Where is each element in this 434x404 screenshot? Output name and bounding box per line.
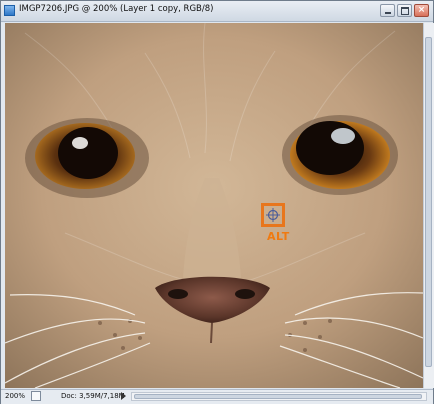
close-button[interactable]: × xyxy=(414,4,429,17)
horizontal-scrollbar[interactable] xyxy=(131,392,427,401)
right-pupil xyxy=(296,121,364,175)
zoom-level[interactable]: 200% xyxy=(5,392,27,402)
maximize-button[interactable] xyxy=(397,4,412,17)
close-icon: × xyxy=(417,5,426,15)
maximize-icon xyxy=(398,5,411,16)
horizontal-scroll-thumb[interactable] xyxy=(134,394,422,399)
minimize-button[interactable] xyxy=(380,4,395,17)
minimize-icon xyxy=(381,5,394,16)
left-pupil xyxy=(58,127,118,179)
left-eye-highlight xyxy=(72,137,88,149)
window-controls: × xyxy=(380,4,429,17)
vertical-scrollbar[interactable] xyxy=(423,23,434,388)
philtrum xyxy=(210,322,213,344)
vertical-scroll-thumb[interactable] xyxy=(425,37,432,367)
photoshop-app-icon xyxy=(4,5,15,16)
target-cursor-icon xyxy=(266,208,280,222)
left-nostril xyxy=(168,289,188,299)
document-window: IMGP7206.JPG @ 200% (Layer 1 copy, RGB/8… xyxy=(0,0,434,404)
right-eye-highlight xyxy=(331,128,355,144)
document-size: Doc: 3,59M/7,18M xyxy=(61,392,125,400)
image-canvas[interactable]: ALT xyxy=(5,23,423,388)
window-title: IMGP7206.JPG @ 200% (Layer 1 copy, RGB/8… xyxy=(19,4,214,14)
status-bar: 200% Doc: 3,59M/7,18M xyxy=(1,389,433,404)
title-bar[interactable]: IMGP7206.JPG @ 200% (Layer 1 copy, RGB/8… xyxy=(1,1,433,22)
right-nostril xyxy=(235,289,255,299)
cat-photo xyxy=(5,23,423,388)
status-menu-arrow-icon[interactable] xyxy=(121,392,126,400)
zoom-icon[interactable] xyxy=(31,391,41,401)
annotation-label: ALT xyxy=(267,230,290,243)
selection-marker[interactable] xyxy=(261,203,285,227)
